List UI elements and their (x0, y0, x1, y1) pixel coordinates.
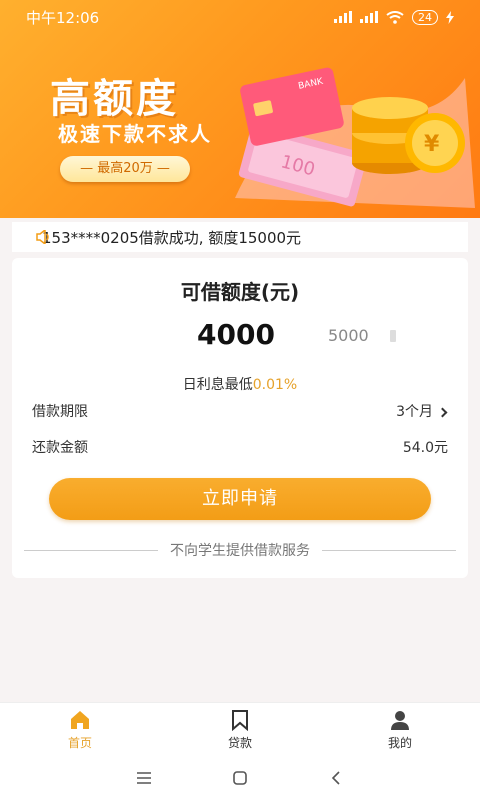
repay-value: 54.0元 (402, 440, 448, 456)
rate-value: 0.01% (252, 377, 298, 393)
speaker-icon (36, 230, 49, 244)
signal-icon-2 (360, 11, 378, 23)
bottom-tab-bar: 首页 贷款 我的 (0, 702, 480, 756)
home-icon (71, 710, 89, 729)
loan-max-amount: 5000 (328, 326, 369, 345)
repay-label: 还款金额 (32, 440, 88, 456)
apply-now-button[interactable]: 立即申请 (49, 478, 431, 520)
tab-mine-label: 我的 (387, 735, 412, 750)
banner-title: 高额度 (50, 76, 179, 122)
loan-card: 可借额度(元) 4000 5000 日利息最低0.01% 借款期限 3个月 还款… (12, 258, 468, 578)
banner-subtitle: 极速下款不求人 (58, 122, 212, 146)
status-bar: 中午12:06 24 (0, 0, 480, 34)
tab-home-label: 首页 (67, 735, 92, 750)
divider-left (24, 549, 158, 551)
charging-icon (446, 10, 454, 24)
signal-icon (334, 11, 352, 23)
tab-loan-label: 贷款 (227, 735, 252, 750)
loan-title: 可借额度(元) (180, 280, 300, 304)
promo-banner[interactable]: 中午12:06 24 高额度 极速下款不求人 — 最高20万 — 100 BAN… (0, 0, 480, 218)
menu-icon[interactable] (136, 770, 152, 786)
banner-max-pill: — 最高20万 — (60, 156, 190, 182)
bookmark-icon (232, 709, 248, 731)
money-illustration: 100 BANK ¥ (235, 67, 475, 208)
loan-notice-bar: 153****0205借款成功, 额度15000元 (12, 222, 468, 252)
divider-right (322, 549, 456, 551)
user-icon (391, 710, 409, 730)
system-nav-bar (0, 756, 480, 800)
loan-amount[interactable]: 4000 (197, 318, 275, 351)
status-icons: 24 (334, 9, 454, 25)
tab-mine[interactable]: 我的 (320, 703, 480, 756)
tab-loan[interactable]: 贷款 (160, 703, 320, 756)
home-square-icon[interactable] (232, 770, 248, 786)
repay-amount-row: 还款金额 54.0元 (32, 436, 448, 458)
back-icon[interactable] (328, 770, 344, 786)
battery-icon: 24 (412, 9, 438, 25)
amount-slider-handle[interactable] (390, 330, 396, 342)
interest-rate: 日利息最低0.01% (12, 374, 468, 394)
rate-label: 日利息最低 (182, 377, 253, 393)
term-value-wrap: 3个月 (396, 401, 448, 421)
tab-home[interactable]: 首页 (0, 703, 160, 756)
status-time: 中午12:06 (26, 8, 100, 27)
wifi-icon (386, 10, 404, 24)
chevron-right-icon (437, 407, 448, 418)
term-value: 3个月 (396, 404, 433, 420)
svg-text:¥: ¥ (424, 132, 440, 157)
notice-text: 153****0205借款成功, 额度15000元 (42, 228, 302, 247)
disclaimer-text: 不向学生提供借款服务 (170, 543, 310, 559)
term-label: 借款期限 (32, 404, 88, 420)
loan-term-row[interactable]: 借款期限 3个月 (32, 400, 448, 422)
disclaimer: 不向学生提供借款服务 (24, 540, 456, 560)
